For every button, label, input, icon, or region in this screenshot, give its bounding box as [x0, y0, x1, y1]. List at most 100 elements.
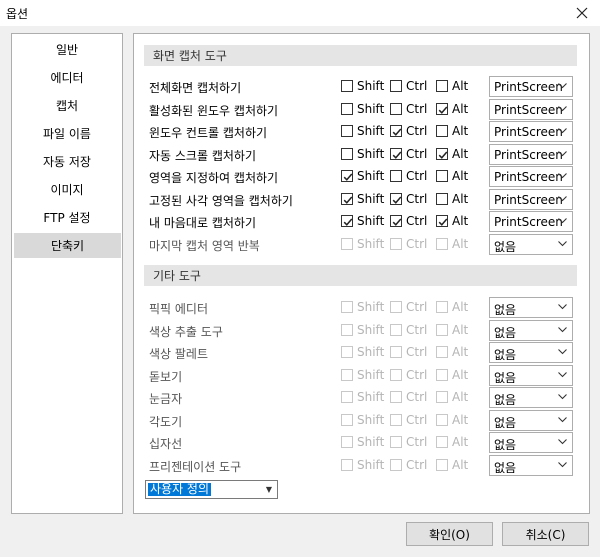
key-select[interactable]: 없음 [489, 432, 573, 453]
alt-checkbox[interactable] [436, 125, 448, 137]
key-select[interactable]: 없음 [489, 342, 573, 363]
shift-label: Shift [357, 169, 385, 183]
ctrl-checkbox[interactable] [390, 301, 402, 313]
alt-checkbox[interactable] [436, 215, 448, 227]
chevron-down-icon [558, 394, 567, 400]
ctrl-label: Ctrl [406, 412, 428, 427]
alt-checkbox[interactable] [436, 102, 448, 115]
key-select[interactable]: 없음 [489, 454, 573, 476]
sidebar-item-filename[interactable]: 파일 이름 [13, 121, 121, 146]
shift-label: Shift [357, 101, 385, 116]
shift-checkbox[interactable] [341, 192, 353, 205]
ctrl-label: Ctrl [406, 300, 428, 314]
ctrl-checkbox[interactable] [390, 391, 402, 403]
key-select[interactable]: 없음 [489, 233, 573, 255]
shift-label: Shift [357, 191, 385, 206]
shift-checkbox[interactable] [341, 323, 353, 336]
key-select[interactable]: PrintScreen [489, 121, 573, 142]
alt-checkbox[interactable] [436, 346, 448, 358]
ctrl-checkbox[interactable] [390, 170, 402, 182]
shift-checkbox[interactable] [341, 80, 353, 92]
preset-select[interactable]: 사용자 정의 ▼ [145, 480, 278, 499]
alt-checkbox[interactable] [436, 237, 448, 250]
key-select[interactable]: PrintScreen [489, 143, 573, 165]
ctrl-checkbox[interactable] [390, 215, 402, 227]
ctrl-checkbox[interactable] [390, 125, 402, 137]
ctrl-checkbox[interactable] [390, 346, 402, 358]
key-select[interactable]: PrintScreen [489, 211, 573, 232]
alt-label: Alt [452, 169, 469, 183]
alt-checkbox[interactable] [436, 413, 448, 426]
ctrl-checkbox[interactable] [390, 436, 402, 448]
shift-checkbox[interactable] [341, 391, 353, 403]
ctrl-checkbox[interactable] [390, 102, 402, 115]
key-select[interactable]: PrintScreen [489, 166, 573, 187]
alt-checkbox[interactable] [436, 323, 448, 336]
ctrl-checkbox[interactable] [390, 147, 402, 160]
ok-button[interactable]: 확인(O) [406, 522, 493, 546]
ctrl-checkbox[interactable] [390, 368, 402, 381]
chevron-down-icon [558, 150, 567, 156]
alt-label: Alt [452, 236, 469, 251]
chevron-down-icon [558, 240, 567, 246]
shift-checkbox[interactable] [341, 413, 353, 426]
shift-checkbox[interactable] [341, 102, 353, 115]
ctrl-checkbox[interactable] [390, 323, 402, 336]
key-select[interactable]: PrintScreen [489, 188, 573, 210]
alt-label: Alt [452, 457, 469, 472]
shortcut-row: 자동 스크롤 캡처하기 Shift Ctrl Alt PrintScreen [144, 143, 584, 166]
sidebar-item-image[interactable]: 이미지 [13, 177, 121, 202]
key-select[interactable]: 없음 [489, 297, 573, 318]
key-select[interactable]: 없음 [489, 364, 573, 386]
alt-checkbox[interactable] [436, 301, 448, 313]
shift-checkbox[interactable] [341, 458, 353, 471]
sidebar-item-shortcuts[interactable]: 단축키 [14, 233, 121, 258]
shift-checkbox[interactable] [341, 215, 353, 227]
cancel-button[interactable]: 취소(C) [502, 522, 589, 546]
alt-checkbox[interactable] [436, 170, 448, 182]
shift-label: Shift [357, 236, 385, 251]
key-select[interactable]: PrintScreen [489, 76, 573, 97]
chevron-down-icon [558, 371, 567, 377]
key-select[interactable]: 없음 [489, 409, 573, 431]
chevron-down-icon [558, 416, 567, 422]
shift-checkbox[interactable] [341, 301, 353, 313]
alt-checkbox[interactable] [436, 368, 448, 381]
sidebar-item-general[interactable]: 일반 [13, 37, 121, 62]
ctrl-checkbox[interactable] [390, 458, 402, 471]
alt-checkbox[interactable] [436, 458, 448, 471]
shift-label: Shift [357, 435, 385, 449]
sidebar-item-editor[interactable]: 에디터 [13, 65, 121, 90]
alt-label: Alt [452, 322, 469, 337]
ctrl-checkbox[interactable] [390, 237, 402, 250]
alt-checkbox[interactable] [436, 391, 448, 403]
alt-checkbox[interactable] [436, 436, 448, 448]
shift-checkbox[interactable] [341, 170, 353, 182]
sidebar-item-autosave[interactable]: 자동 저장 [13, 149, 121, 174]
ctrl-checkbox[interactable] [390, 80, 402, 92]
caret-down-icon[interactable]: ▼ [261, 481, 277, 498]
alt-checkbox[interactable] [436, 192, 448, 205]
close-icon[interactable] [570, 1, 594, 25]
sidebar-item-ftp[interactable]: FTP 설정 [13, 205, 121, 230]
alt-checkbox[interactable] [436, 80, 448, 92]
shift-checkbox[interactable] [341, 436, 353, 448]
shift-checkbox[interactable] [341, 125, 353, 137]
key-select[interactable]: 없음 [489, 387, 573, 408]
sidebar-item-capture[interactable]: 캡처 [13, 93, 121, 118]
shift-checkbox[interactable] [341, 147, 353, 160]
ctrl-checkbox[interactable] [390, 192, 402, 205]
shift-checkbox[interactable] [341, 346, 353, 358]
alt-label: Alt [452, 191, 469, 206]
ctrl-checkbox[interactable] [390, 413, 402, 426]
shortcut-label: 전체화면 캡처하기 [149, 81, 242, 95]
shortcut-label: 십자선 [149, 437, 183, 451]
alt-checkbox[interactable] [436, 147, 448, 160]
ctrl-label: Ctrl [406, 367, 428, 382]
shortcut-row: 색상 추출 도구 Shift Ctrl Alt 없음 [144, 319, 584, 342]
shortcut-label: 픽픽 에디터 [149, 302, 209, 316]
key-select[interactable]: PrintScreen [489, 98, 573, 120]
shift-checkbox[interactable] [341, 237, 353, 250]
shift-checkbox[interactable] [341, 368, 353, 381]
key-select[interactable]: 없음 [489, 319, 573, 341]
